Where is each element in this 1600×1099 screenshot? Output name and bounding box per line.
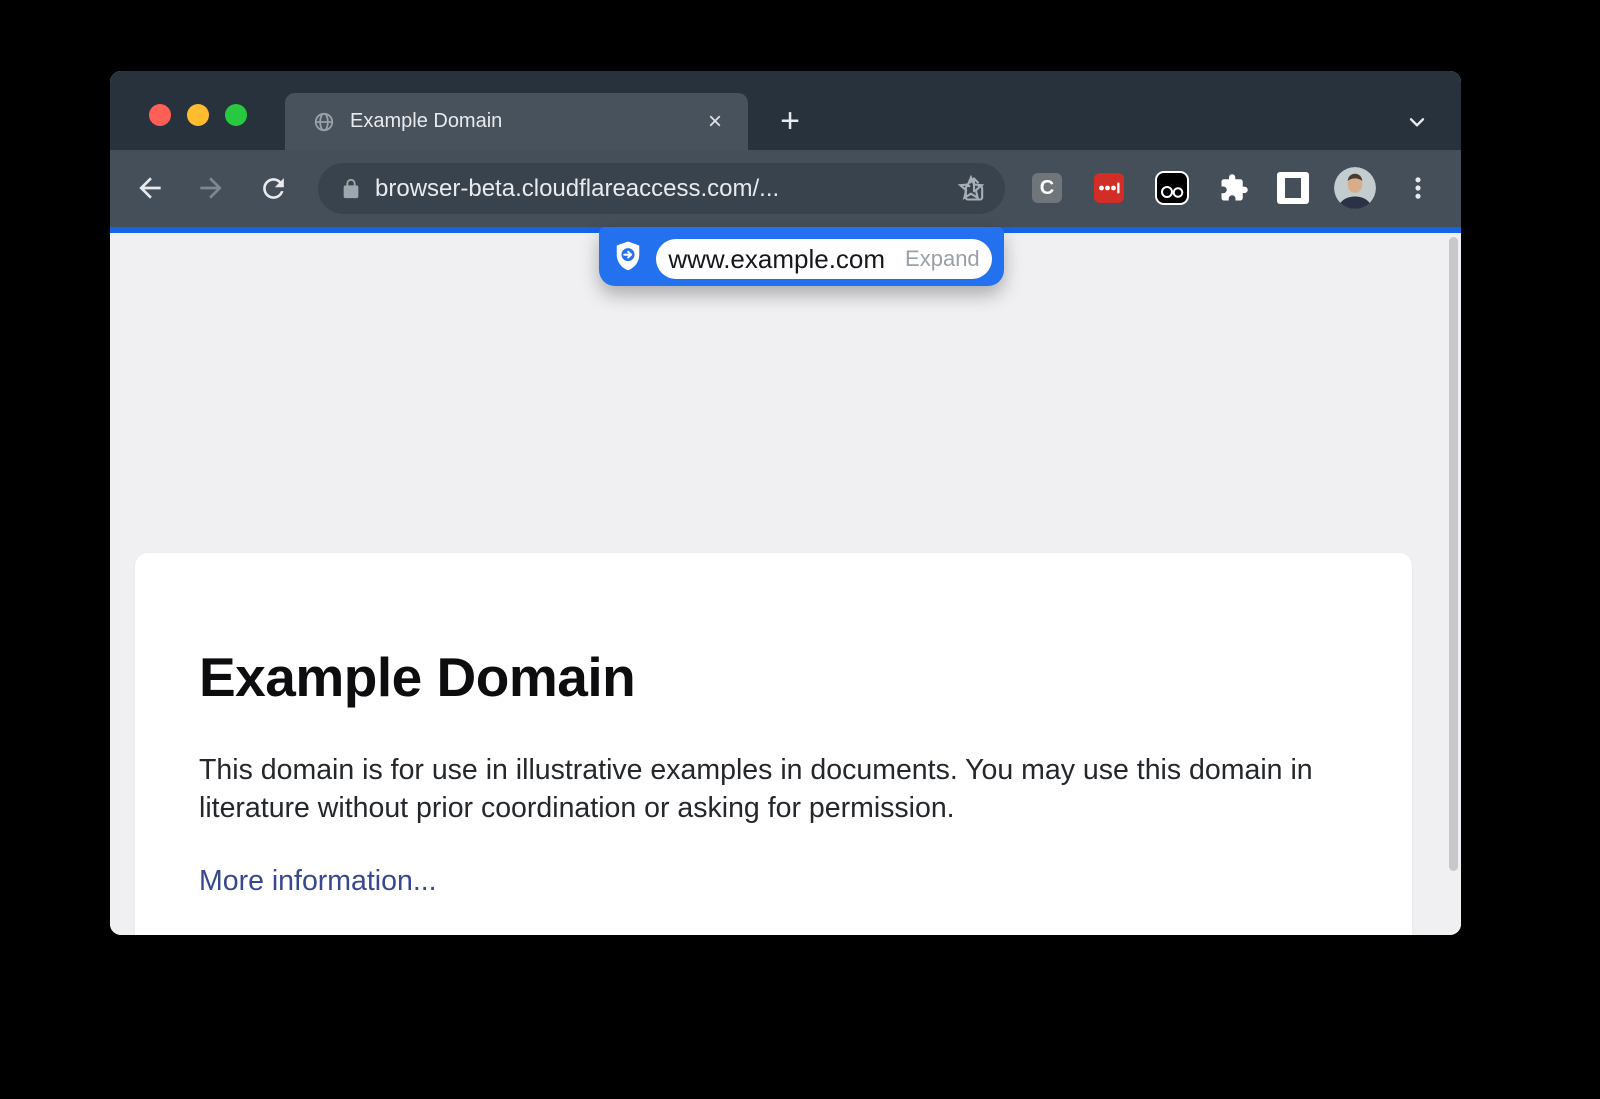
side-panel-icon[interactable] (1277, 172, 1309, 204)
password-manager-icon[interactable] (1094, 173, 1124, 203)
camera-extension-icon[interactable] (1155, 171, 1189, 205)
page-paragraph: This domain is for use in illustrative e… (199, 751, 1349, 827)
close-icon[interactable]: × (700, 107, 730, 137)
page-title: Example Domain (135, 553, 1412, 709)
profile-avatar[interactable] (1334, 167, 1376, 209)
tab-example-domain[interactable]: Example Domain × (285, 93, 748, 150)
scrollbar-thumb[interactable] (1449, 237, 1458, 871)
isolation-domain-pill[interactable]: www.example.com Expand (656, 239, 992, 279)
window-zoom-button[interactable] (225, 104, 247, 126)
tab-strip: Example Domain × + (110, 71, 1461, 150)
c-extension-icon[interactable]: C (1032, 173, 1062, 203)
window-close-button[interactable] (149, 104, 171, 126)
globe-favicon-icon (313, 111, 335, 133)
page-viewport: Example Domain This domain is for use in… (110, 233, 1461, 935)
url-text: browser-beta.cloudflareaccess.com/... (375, 175, 957, 203)
isolation-banner: www.example.com Expand (599, 227, 1004, 286)
new-tab-button[interactable]: + (772, 103, 808, 139)
side-panel-icon-inner (1285, 178, 1301, 198)
toolbar: browser-beta.cloudflareaccess.com/... C (110, 150, 1461, 227)
browser-window: Example Domain × + (110, 71, 1461, 935)
tab-title: Example Domain (350, 110, 700, 133)
expand-button[interactable]: Expand (905, 246, 980, 272)
chevron-down-icon[interactable] (1398, 103, 1436, 141)
puzzle-icon[interactable] (1216, 170, 1252, 206)
lock-icon (340, 178, 362, 200)
more-information-link[interactable]: More information... (199, 865, 437, 898)
address-bar[interactable]: browser-beta.cloudflareaccess.com/... (318, 163, 1005, 214)
back-button[interactable] (129, 167, 171, 209)
shield-arrow-icon (613, 240, 643, 273)
reload-button[interactable] (252, 167, 294, 209)
content-card: Example Domain This domain is for use in… (135, 553, 1412, 935)
bookmark-star-icon[interactable] (950, 167, 992, 209)
kebab-menu-icon[interactable] (1400, 169, 1436, 207)
forward-button[interactable] (190, 167, 232, 209)
window-minimize-button[interactable] (187, 104, 209, 126)
isolated-domain-text: www.example.com (668, 244, 885, 275)
